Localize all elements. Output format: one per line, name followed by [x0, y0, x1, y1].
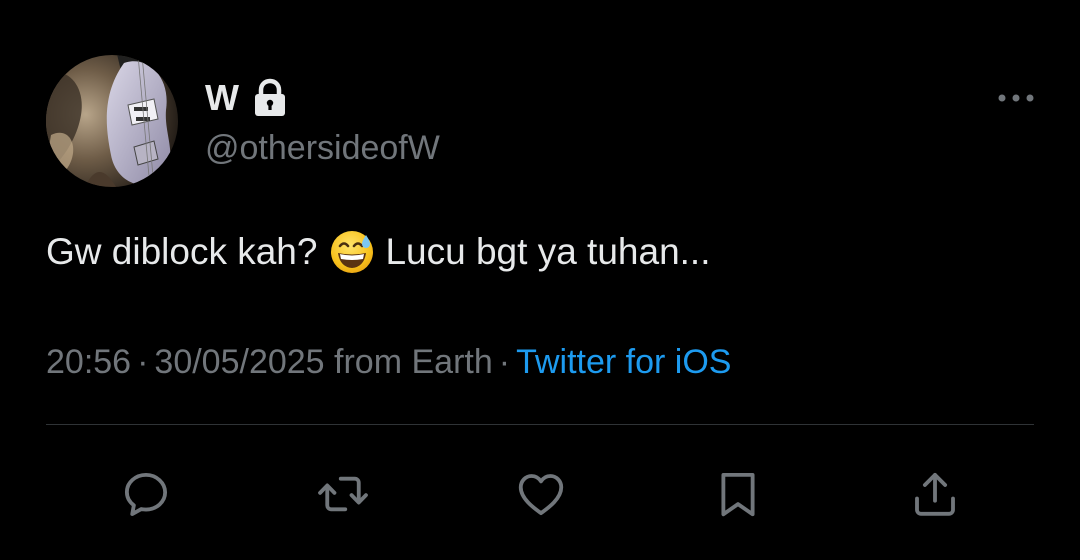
tweet-text-part-1: Gw diblock kah? — [46, 231, 318, 272]
divider — [46, 424, 1034, 425]
guitar-photo-avatar — [46, 55, 178, 187]
separator-dot: · — [137, 343, 149, 381]
like-button[interactable] — [509, 462, 573, 526]
bookmark-icon — [721, 472, 755, 517]
more-horizontal-icon[interactable] — [996, 86, 1036, 110]
lock-icon — [251, 78, 289, 118]
reply-bubble-icon — [124, 472, 168, 516]
tweet-meta: 20:56 · 30/05/2025 from Earth · Twitter for … — [46, 338, 731, 386]
retweet-button[interactable] — [311, 462, 375, 526]
tweet-time[interactable]: 20:56 — [46, 343, 131, 381]
tweet-text: Gw diblock kah? Lucu bgt ya tuhan... — [46, 224, 710, 280]
grinning-face-with-sweat-emoji — [329, 229, 375, 275]
retweet-icon — [318, 476, 368, 512]
heart-icon — [518, 474, 564, 516]
share-button[interactable] — [903, 462, 967, 526]
avatar[interactable] — [46, 55, 178, 187]
author-name-row[interactable]: W — [205, 76, 289, 120]
display-name[interactable]: W — [205, 80, 239, 116]
bookmark-button[interactable] — [706, 462, 770, 526]
reply-button[interactable] — [114, 462, 178, 526]
share-icon — [915, 472, 955, 516]
tweet-date-location[interactable]: 30/05/2025 from Earth — [154, 343, 492, 381]
author-handle[interactable]: @othersideofW — [205, 128, 440, 168]
tweet-text-part-2: Lucu bgt ya tuhan... — [385, 231, 711, 272]
tweet-actions — [0, 462, 1080, 526]
separator-dot-2: · — [498, 343, 511, 381]
tweet-source-link[interactable]: Twitter for iOS — [516, 343, 731, 381]
